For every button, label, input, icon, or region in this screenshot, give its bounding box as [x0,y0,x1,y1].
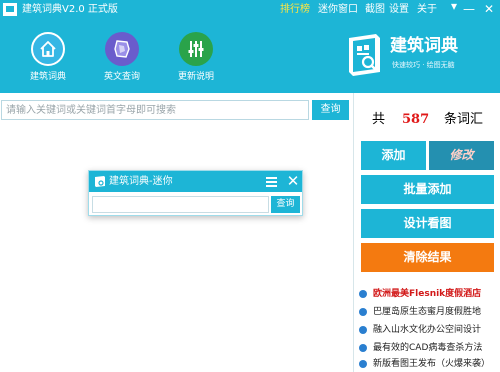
bullet-icon [359,344,367,352]
nav-dictionary-button[interactable]: 建筑词典 [18,32,78,86]
brand-slogan: 快速较巧 · 绘图无脑 [392,61,455,69]
about-link[interactable]: 关于 [417,3,437,17]
mini-window: 建筑词典-迷你 ✕ 查询 [88,170,303,216]
nav-english-label: 英文查询 [103,72,140,82]
mini-search-button[interactable]: 查询 [271,196,300,213]
bullet-icon [359,360,367,368]
close-button[interactable]: ✕ [482,2,496,16]
nav-update-label: 更新说明 [177,72,214,82]
minimize-button[interactable]: — [462,2,476,16]
news-item[interactable]: 新版看图王发布（火爆来袭） [359,356,500,372]
brand-name: 建筑词典 [390,36,458,56]
home-icon [31,32,65,66]
results-area[interactable] [1,122,349,372]
globe-icon [105,32,139,66]
nav-english-button[interactable]: 英文查询 [92,32,152,86]
window-title: 建筑词典V2.0 正式版 [22,4,118,15]
mini-search-input[interactable] [92,196,269,213]
nav-dictionary-label: 建筑词典 [29,72,66,82]
count-prefix: 共 [372,112,386,127]
count-suffix: 条词汇 [444,112,484,127]
book-logo-icon [349,34,380,76]
news-item[interactable]: 融入山水文化办公空间设计 [359,322,500,338]
app-logo-icon [3,3,17,16]
search-input[interactable] [1,100,309,120]
word-count: 共 587 条词汇 [354,111,500,129]
nav-update-button[interactable]: 更新说明 [166,32,226,86]
add-button[interactable]: 添加 [361,141,426,170]
about-dropdown-icon[interactable]: ▾ [447,0,461,13]
batch-add-button[interactable]: 批量添加 [361,175,494,204]
news-item[interactable]: 最有效的CAD病毒查杀方法 [359,340,500,356]
news-item[interactable]: 巴厘岛原生态蜜月度假胜地 [359,304,500,320]
news-item[interactable]: 欧洲最美Flesnik度假酒店 [359,286,500,302]
search-button[interactable]: 查询 [312,100,349,120]
bullet-icon [359,326,367,334]
bullet-icon [359,290,367,298]
settings-link[interactable]: 设置 [389,3,409,17]
mini-logo-icon [95,176,105,187]
mini-window-title: 建筑词典-迷你 [109,176,173,187]
menu-icon[interactable] [266,174,278,188]
bullet-icon [359,308,367,316]
clear-results-button[interactable]: 清除结果 [361,243,494,272]
mini-close-icon[interactable]: ✕ [286,172,300,190]
brand-logo: 建筑词典 快速较巧 · 绘图无脑 [346,32,496,80]
mini-window-titlebar[interactable]: 建筑词典-迷你 ✕ [89,171,302,192]
edit-button[interactable]: 修改 [429,141,494,170]
mini-window-link[interactable]: 迷你窗口 [318,3,358,17]
app-header: 建筑词典V2.0 正式版 排行榜 迷你窗口 截图 设置 关于 ▾ — ✕ 建筑词… [0,0,500,93]
equalizer-icon [179,32,213,66]
count-number: 587 [402,112,430,127]
search-bar: 查询 [0,100,350,120]
title-bar[interactable]: 建筑词典V2.0 正式版 排行榜 迷你窗口 截图 设置 关于 ▾ — ✕ [0,0,500,20]
ranking-link[interactable]: 排行榜 [280,3,310,17]
design-view-button[interactable]: 设计看图 [361,209,494,238]
screenshot-link[interactable]: 截图 [365,3,385,17]
